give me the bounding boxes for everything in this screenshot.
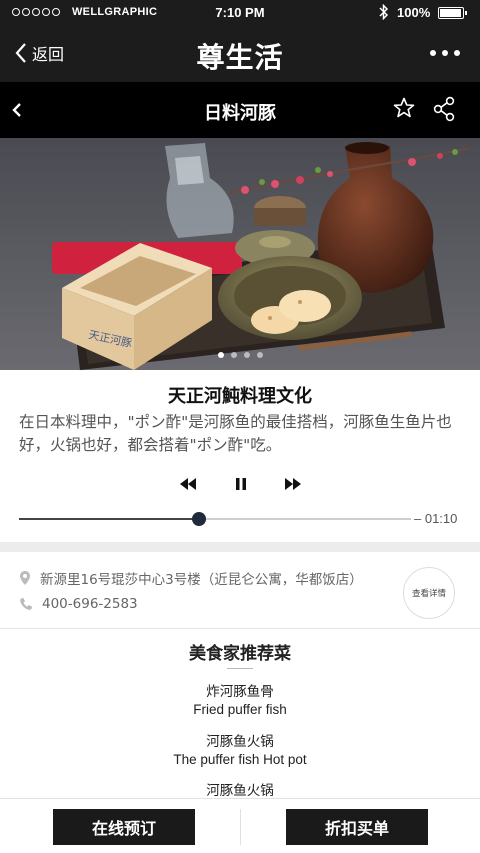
page-title: 尊生活 [196,41,284,74]
address-text: 新源里16号琨莎中心3号楼（近昆仑公寓，华都饭店） [40,572,363,588]
rewind-icon[interactable] [178,474,198,494]
back-label: 返回 [32,45,65,64]
sub-back-button[interactable] [10,100,24,120]
audio-controls [0,474,480,496]
section-divider [0,542,480,552]
sub-header: 日料河豚 [0,82,480,138]
dish-name-en: Fried puffer fish [193,702,287,717]
carousel-dot[interactable] [256,352,263,358]
bluetooth-icon [379,4,389,20]
article-title: 天正河魨料理文化 [168,386,312,407]
chevron-left-icon [15,43,26,63]
progress-thumb[interactable] [192,512,207,526]
carousel-dot[interactable] [243,352,250,358]
article-body: 在日本料理中，"ポン酢"是河豚鱼的最佳搭档，河豚鱼生鱼片也好，火锅也好，都会搭着… [19,413,452,454]
status-bar: WELLGRAPHIC 7:10 PM 100% [0,0,480,26]
star-icon[interactable] [392,96,416,120]
reserve-online-button[interactable]: 在线预订 [53,809,195,845]
pause-icon[interactable] [233,474,249,494]
dish-name-cn: 炸河豚鱼骨 [206,684,274,700]
dish-item: 炸河豚鱼骨 Fried puffer fish [0,680,480,717]
divider [0,628,480,629]
more-button[interactable] [430,50,460,56]
dish-name-cn: 河豚鱼火锅 [206,783,274,799]
hero-image[interactable]: 天正河豚 [0,138,480,370]
share-icon[interactable] [432,96,456,122]
app-header: 返回 尊生活 [0,26,480,82]
battery-icon [438,7,467,19]
back-button[interactable]: 返回 [14,41,64,65]
phone-number: 400-696-2583 [42,596,138,612]
carousel-dot[interactable] [217,352,224,358]
more-horizontal-icon [430,50,436,56]
title-underline [227,668,253,669]
fast-forward-icon[interactable] [283,474,303,494]
bottom-action-bar: 在线预订 折扣买单 [0,798,480,853]
view-details-button[interactable]: 查看详情 [403,567,455,619]
dish-name-cn: 河豚鱼火锅 [206,734,274,750]
audio-duration: – 01:10 [414,511,458,526]
carousel-dot[interactable] [230,352,237,358]
food-photo-illustration: 天正河豚 [0,138,480,370]
audio-progress-bar[interactable] [19,512,411,526]
address-row: 新源里16号琨莎中心3号楼（近昆仑公寓，华都饭店） [19,568,363,588]
dish-name-en: The puffer fish Hot pot [173,752,307,767]
bottom-divider [240,809,241,845]
phone-icon [20,598,32,610]
location-pin-icon [20,571,30,585]
carousel-dots[interactable] [0,352,480,358]
discount-pay-button[interactable]: 折扣买单 [286,809,428,845]
battery-percentage: 100% [397,5,431,20]
dish-item: 河豚鱼火锅 The puffer fish Hot pot [0,730,480,767]
phone-row[interactable]: 400-696-2583 [19,596,138,612]
dish-item: 河豚鱼火锅 [0,779,480,799]
recommendations-title: 美食家推荐菜 [189,644,291,664]
